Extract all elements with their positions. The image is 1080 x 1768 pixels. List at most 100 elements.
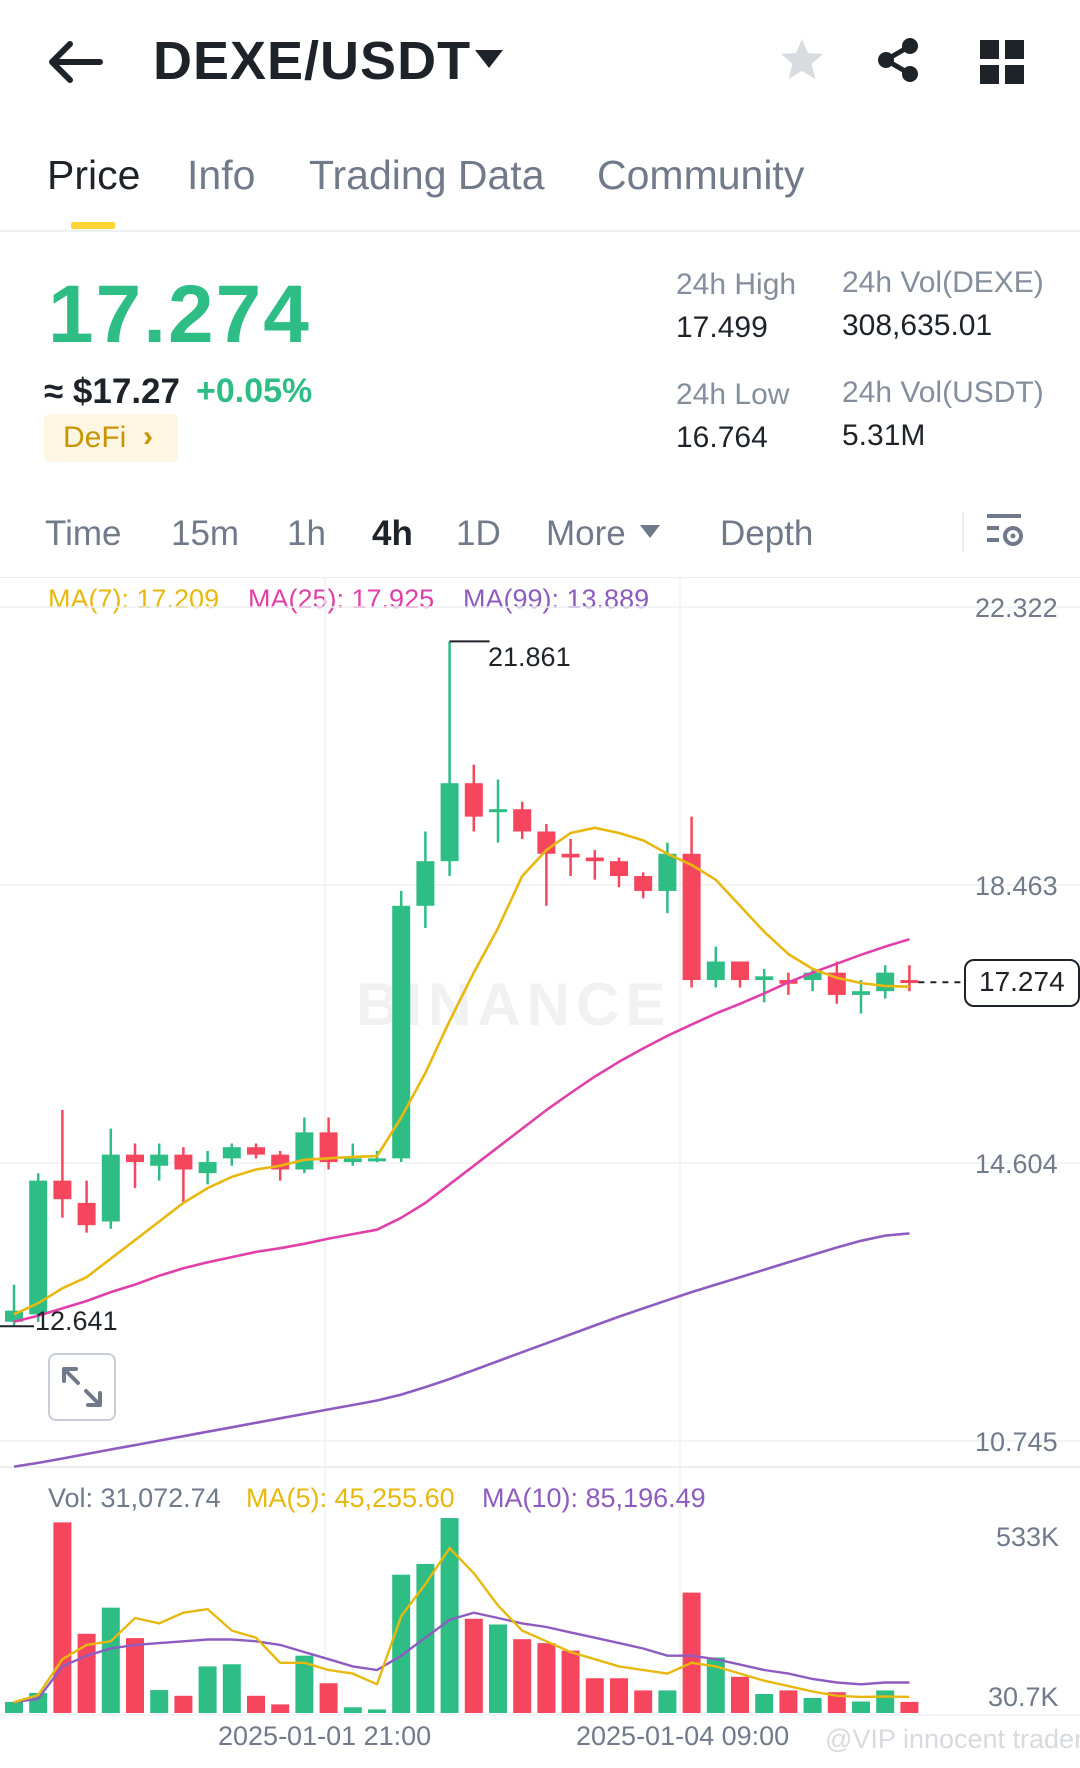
tab-info[interactable]: Info xyxy=(187,152,255,199)
volume-bar xyxy=(537,1643,556,1713)
volume-bar xyxy=(368,1709,386,1713)
candle xyxy=(440,783,459,862)
interval-more[interactable]: More xyxy=(546,514,626,554)
tab-price[interactable]: Price xyxy=(47,152,140,199)
high-24h-value: 17.499 xyxy=(676,311,768,344)
last-price: 17.274 xyxy=(48,269,311,360)
candle xyxy=(150,1154,169,1166)
candle xyxy=(295,1132,314,1170)
y-axis-label: 10.745 xyxy=(975,1427,1058,1457)
candle xyxy=(852,991,870,995)
volume-bar xyxy=(392,1574,411,1713)
interval-4h[interactable]: 4h xyxy=(372,514,413,554)
volume-bar xyxy=(585,1678,604,1713)
volume-bar xyxy=(755,1694,774,1713)
candle xyxy=(755,976,774,981)
low-24h-value: 16.764 xyxy=(676,421,768,454)
vol-quote-24h-value: 5.31M xyxy=(842,419,926,452)
interval-1h[interactable]: 1h xyxy=(287,514,326,554)
volume-bar xyxy=(222,1664,241,1713)
interval-15m[interactable]: 15m xyxy=(171,514,239,554)
candle xyxy=(416,861,435,906)
x-axis-label: 2025-01-04 09:00 xyxy=(576,1721,790,1751)
candle xyxy=(198,1162,217,1174)
volume-bar xyxy=(101,1607,120,1713)
candle xyxy=(343,1158,362,1163)
candle xyxy=(53,1180,72,1200)
pair-title[interactable]: DEXE/USDT xyxy=(153,30,471,92)
low-24h-label: 24h Low xyxy=(676,378,790,411)
candle xyxy=(682,853,701,981)
star-icon[interactable] xyxy=(778,36,826,84)
candle xyxy=(222,1147,241,1159)
dropdown-caret-icon[interactable] xyxy=(475,50,503,68)
volume-bar xyxy=(126,1638,144,1713)
more-caret-icon[interactable] xyxy=(640,525,660,538)
expand-icon[interactable] xyxy=(48,1353,116,1421)
volume-bar xyxy=(779,1690,798,1713)
chevron-right-icon[interactable]: › xyxy=(143,420,153,454)
candle xyxy=(29,1180,48,1315)
candle xyxy=(77,1202,96,1226)
current-price-label: 17.274 xyxy=(979,966,1065,998)
candle xyxy=(126,1154,144,1163)
vol-ma10-line xyxy=(13,1611,910,1704)
candle xyxy=(876,972,895,992)
candle xyxy=(368,1158,386,1162)
back-arrow-icon[interactable] xyxy=(48,38,104,86)
vol-quote-24h-label: 24h Vol(USDT) xyxy=(842,376,1044,409)
y-axis-label: 18.463 xyxy=(975,871,1058,901)
vol-ma5-legend: MA(5): 45,255.60 xyxy=(246,1483,455,1513)
tab-trading-data[interactable]: Trading Data xyxy=(309,152,545,199)
vol-base-24h-value: 308,635.01 xyxy=(842,309,993,342)
volume-bar xyxy=(876,1690,895,1713)
volume-bar xyxy=(900,1701,919,1713)
vol-ma10-legend: MA(10): 85,196.49 xyxy=(482,1483,706,1513)
volume-bar xyxy=(464,1618,483,1713)
candle xyxy=(658,853,677,891)
volume-bar xyxy=(247,1695,265,1713)
candle xyxy=(513,809,532,832)
volume-bar xyxy=(682,1592,701,1713)
candle xyxy=(247,1147,265,1155)
candle xyxy=(464,783,483,817)
volume-bar xyxy=(5,1701,23,1713)
volume-axis-bottom: 30.7K xyxy=(988,1682,1059,1712)
interval-time[interactable]: Time xyxy=(45,514,121,554)
price-change-percent: +0.05% xyxy=(196,372,313,410)
volume-bar xyxy=(343,1707,362,1713)
usd-price: ≈ $17.27 xyxy=(44,372,180,411)
volume-bar xyxy=(319,1683,338,1713)
category-tag-label[interactable]: DeFi xyxy=(63,421,126,455)
y-axis-label: 22.322 xyxy=(975,593,1058,623)
chart-settings-icon[interactable] xyxy=(985,510,1029,554)
volume-bar xyxy=(803,1697,822,1713)
candle xyxy=(585,857,604,862)
vol-base-24h-label: 24h Vol(DEXE) xyxy=(842,266,1044,299)
low-marker-label: 12.641 xyxy=(35,1306,118,1336)
volume-bar xyxy=(634,1690,653,1713)
candlestick-chart[interactable] xyxy=(0,578,1080,1768)
divider xyxy=(0,230,1080,232)
candle xyxy=(634,876,653,891)
high-marker-label: 21.861 xyxy=(488,642,571,672)
x-axis-label: 2025-01-01 21:00 xyxy=(218,1721,432,1751)
ma7-line xyxy=(13,826,910,1316)
volume-bar xyxy=(489,1624,507,1713)
candle xyxy=(610,861,628,877)
volume-axis-top: 533K xyxy=(996,1522,1060,1552)
volume-bar xyxy=(852,1701,870,1713)
interval-1d[interactable]: 1D xyxy=(456,514,501,554)
volume-bar xyxy=(150,1690,169,1713)
volume-bar xyxy=(610,1678,628,1713)
share-icon[interactable] xyxy=(874,36,922,84)
tab-community[interactable]: Community xyxy=(597,152,804,199)
depth-tab[interactable]: Depth xyxy=(720,514,813,554)
candle xyxy=(489,809,507,813)
volume-legend: Vol: 31,072.74 xyxy=(48,1483,221,1513)
ma99-line xyxy=(13,1232,910,1468)
vol-ma5-line xyxy=(13,1546,910,1704)
separator xyxy=(962,512,964,552)
candle xyxy=(900,980,919,984)
grid-menu-icon[interactable] xyxy=(980,40,1024,84)
